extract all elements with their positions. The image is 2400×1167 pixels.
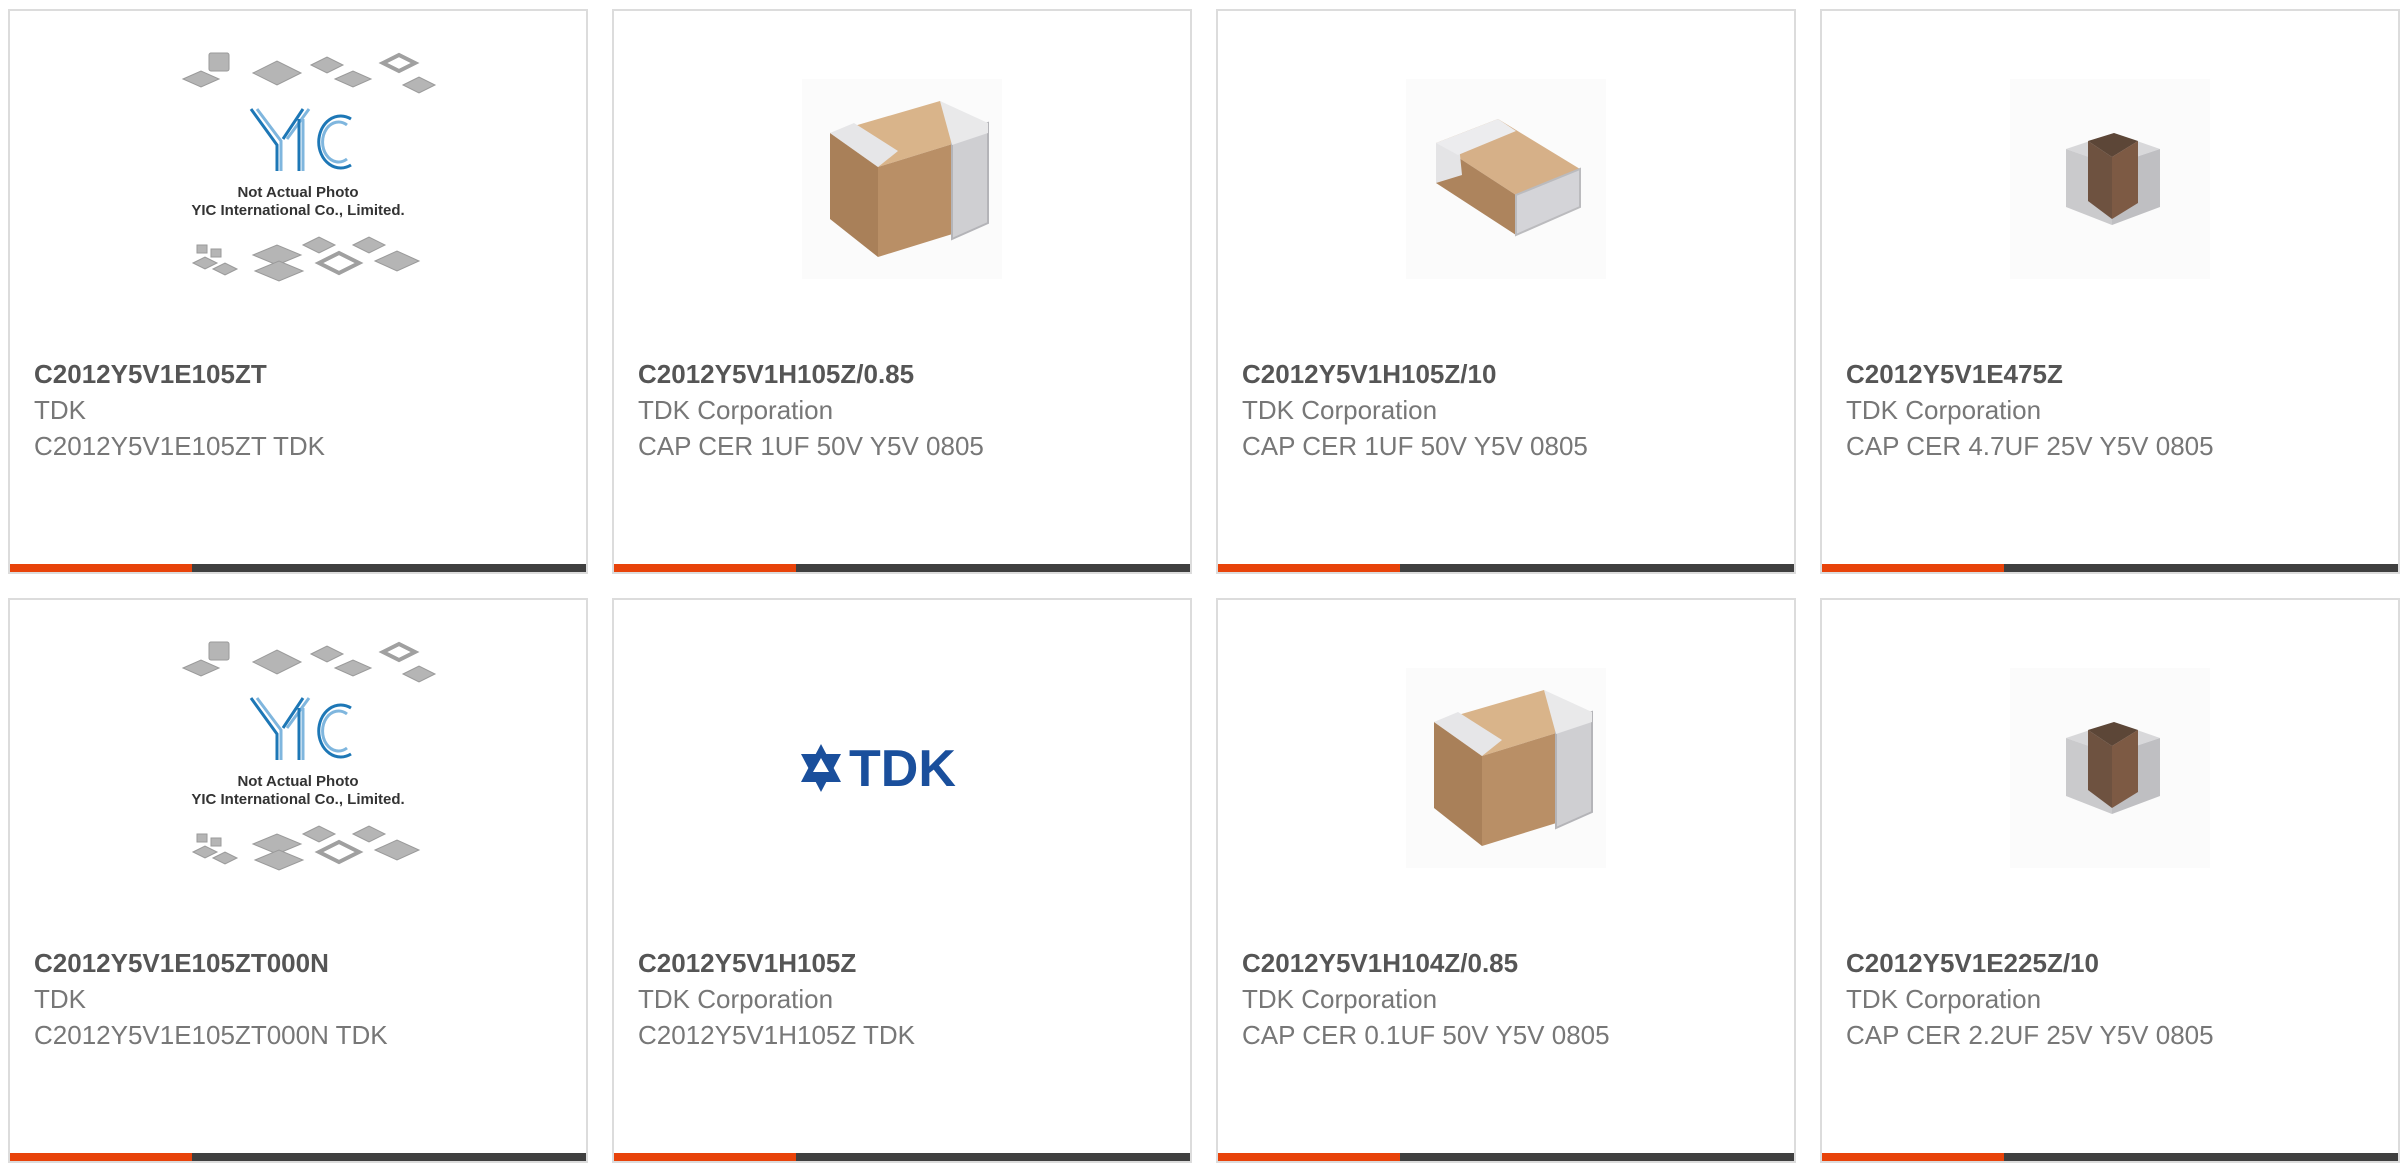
- product-info: C2012Y5V1E105ZT TDK C2012Y5V1E105ZT TDK: [34, 356, 570, 464]
- card-accent-bar: [1218, 564, 1794, 572]
- card-accent-bar: [10, 564, 586, 572]
- card-accent-bar: [1218, 1153, 1794, 1161]
- product-card[interactable]: C2012Y5V1E475Z TDK Corporation CAP CER 4…: [1820, 9, 2400, 574]
- part-number[interactable]: C2012Y5V1H104Z/0.85: [1242, 945, 1778, 981]
- part-number[interactable]: C2012Y5V1E105ZT: [34, 356, 570, 392]
- tdk-logo-image: TDK: [801, 740, 956, 798]
- product-image: [1218, 11, 1794, 346]
- part-number[interactable]: C2012Y5V1E475Z: [1846, 356, 2382, 392]
- yic-caption-1: Not Actual Photo: [237, 184, 358, 201]
- description: CAP CER 1UF 50V Y5V 0805: [1242, 431, 1588, 461]
- product-image: [1218, 600, 1794, 935]
- card-accent-bar: [614, 1153, 1190, 1161]
- manufacturer: TDK Corporation: [1846, 395, 2042, 425]
- description: C2012Y5V1H105Z TDK: [638, 1020, 916, 1050]
- chip-capacitor-image: [1406, 78, 1606, 279]
- part-number[interactable]: C2012Y5V1H105Z/0.85: [638, 356, 1174, 392]
- product-info: C2012Y5V1E105ZT000N TDK C2012Y5V1E105ZT0…: [34, 945, 570, 1053]
- description: CAP CER 4.7UF 25V Y5V 0805: [1846, 431, 2214, 461]
- yic-caption-2: YIC International Co., Limited.: [191, 202, 404, 219]
- product-card[interactable]: C2012Y5V1H105Z/10 TDK Corporation CAP CE…: [1216, 9, 1796, 574]
- card-accent-bar: [614, 564, 1190, 572]
- description: CAP CER 1UF 50V Y5V 0805: [638, 431, 984, 461]
- description: C2012Y5V1E105ZT000N TDK: [34, 1020, 388, 1050]
- yic-placeholder-image: Not Actual Photo YIC International Co., …: [181, 641, 437, 871]
- chip-capacitor-image: [1406, 667, 1606, 868]
- product-card[interactable]: C2012Y5V1H104Z/0.85 TDK Corporation CAP …: [1216, 598, 1796, 1163]
- manufacturer: TDK Corporation: [638, 984, 834, 1014]
- tdk-wordmark: TDK: [849, 740, 956, 798]
- chip-capacitor-image: [2010, 78, 2210, 279]
- manufacturer: TDK: [34, 984, 86, 1014]
- yic-logo: [249, 107, 352, 171]
- description: C2012Y5V1E105ZT TDK: [34, 431, 325, 461]
- yic-placeholder-image: Not Actual Photo YIC International Co., …: [181, 52, 437, 282]
- yic-caption-1: Not Actual Photo: [237, 773, 358, 790]
- yic-caption-2: YIC International Co., Limited.: [191, 791, 404, 808]
- chip-capacitor-image: [2010, 667, 2210, 868]
- card-accent-bar: [1822, 564, 2398, 572]
- product-grid: Not Actual Photo YIC International Co., …: [8, 9, 2400, 1163]
- product-image: [614, 11, 1190, 346]
- part-number[interactable]: C2012Y5V1H105Z/10: [1242, 356, 1778, 392]
- manufacturer: TDK Corporation: [1846, 984, 2042, 1014]
- product-info: C2012Y5V1E475Z TDK Corporation CAP CER 4…: [1846, 356, 2382, 464]
- product-info: C2012Y5V1E225Z/10 TDK Corporation CAP CE…: [1846, 945, 2382, 1053]
- product-info: C2012Y5V1H104Z/0.85 TDK Corporation CAP …: [1242, 945, 1778, 1053]
- product-card[interactable]: Not Actual Photo YIC International Co., …: [8, 598, 588, 1163]
- description: CAP CER 2.2UF 25V Y5V 0805: [1846, 1020, 2214, 1050]
- chip-capacitor-image: [802, 78, 1002, 279]
- product-card[interactable]: TDK C2012Y5V1H105Z TDK Corporation C2012…: [612, 598, 1192, 1163]
- product-image: [1822, 11, 2398, 346]
- product-card[interactable]: C2012Y5V1H105Z/0.85 TDK Corporation CAP …: [612, 9, 1192, 574]
- product-card[interactable]: Not Actual Photo YIC International Co., …: [8, 9, 588, 574]
- manufacturer: TDK Corporation: [638, 395, 834, 425]
- card-accent-bar: [10, 1153, 586, 1161]
- manufacturer: TDK: [34, 395, 86, 425]
- product-info: C2012Y5V1H105Z/0.85 TDK Corporation CAP …: [638, 356, 1174, 464]
- product-card[interactable]: C2012Y5V1E225Z/10 TDK Corporation CAP CE…: [1820, 598, 2400, 1163]
- product-image: Not Actual Photo YIC International Co., …: [10, 11, 586, 346]
- description: CAP CER 0.1UF 50V Y5V 0805: [1242, 1020, 1610, 1050]
- manufacturer: TDK Corporation: [1242, 395, 1438, 425]
- product-image: [1822, 600, 2398, 935]
- yic-logo: [249, 696, 352, 760]
- product-info: C2012Y5V1H105Z/10 TDK Corporation CAP CE…: [1242, 356, 1778, 464]
- tdk-emblem-icon: [801, 743, 841, 792]
- part-number[interactable]: C2012Y5V1E225Z/10: [1846, 945, 2382, 981]
- part-number[interactable]: C2012Y5V1H105Z: [638, 945, 1174, 981]
- product-image: TDK: [614, 600, 1190, 935]
- card-accent-bar: [1822, 1153, 2398, 1161]
- manufacturer: TDK Corporation: [1242, 984, 1438, 1014]
- product-image: Not Actual Photo YIC International Co., …: [10, 600, 586, 935]
- part-number[interactable]: C2012Y5V1E105ZT000N: [34, 945, 570, 981]
- product-info: C2012Y5V1H105Z TDK Corporation C2012Y5V1…: [638, 945, 1174, 1053]
